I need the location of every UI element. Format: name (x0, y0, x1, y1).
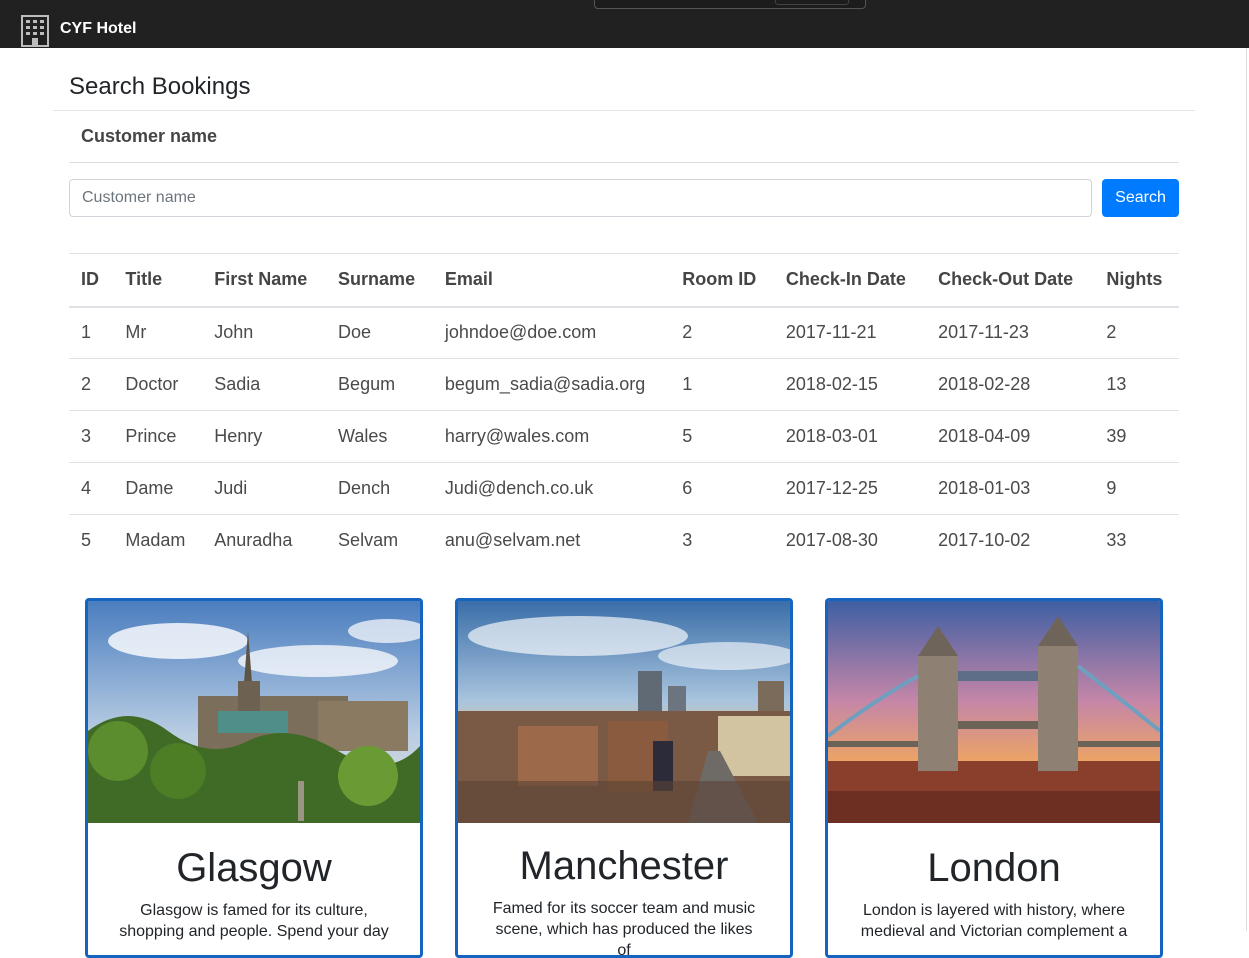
cell-first-name: Sadia (202, 358, 327, 411)
cell-surname: Doe (338, 322, 372, 343)
cell-id: 3 (69, 410, 114, 463)
customer-name-input[interactable] (69, 179, 1092, 217)
card-description-line-2: shopping and people. Spend your day (119, 923, 389, 940)
cell-nights: 2 (1106, 322, 1117, 343)
city-card-manchester[interactable]: Manchester Famed for its soccer team and… (455, 598, 793, 958)
cell-room-id: 3 (670, 514, 774, 567)
cell-title: Prince (113, 410, 203, 463)
cell-room-id: 5 (670, 410, 774, 463)
navbar: CYF Hotel (0, 0, 1249, 48)
cell-email: anu@selvam.net (432, 514, 671, 567)
cell-check-in-date: 2017-12-25 (773, 462, 927, 515)
cell-first-name: John (214, 322, 254, 343)
table-row[interactable]: 4 Dame Judi Dench Judi@dench.co.uk 6 201… (69, 462, 1179, 515)
title-divider (53, 110, 1195, 111)
cell-email: harry@wales.com (432, 410, 671, 463)
hotel-building-icon[interactable] (20, 15, 50, 48)
header-room-id: Room ID (670, 253, 774, 308)
card-title: Manchester (519, 844, 729, 888)
cell-nights: 9 (1094, 462, 1179, 515)
table-row[interactable]: 5 Madam Anuradha Selvam anu@selvam.net 3… (69, 514, 1179, 567)
cell-title: Mr (125, 322, 147, 343)
cell-check-in-date: 2018-02-15 (773, 358, 927, 411)
card-description-line-1: Glasgow is famed for its culture, (140, 902, 368, 919)
label-divider (69, 162, 1179, 163)
cell-email: Judi@dench.co.uk (432, 462, 671, 515)
card-description-line-1: Famed for its soccer team and music (492, 900, 756, 917)
cell-id: 2 (69, 358, 114, 411)
cell-check-out-date: 2018-01-03 (926, 462, 1095, 515)
cell-check-out-date: 2017-10-02 (926, 514, 1095, 567)
card-description-line-2: scene, which has produced the likes of (495, 921, 753, 958)
cell-check-out-date: 2017-11-23 (938, 322, 1029, 343)
table-row[interactable]: 2 Doctor Sadia Begum begum_sadia@sadia.o… (69, 358, 1179, 411)
glasgow-cathedral-image (88, 601, 420, 823)
cell-email: begum_sadia@sadia.org (432, 358, 671, 411)
page-title: Search Bookings (69, 73, 251, 100)
table-header-row: ID Title First Name Surname Email Room I… (69, 253, 1179, 308)
cell-check-out-date: 2018-04-09 (926, 410, 1095, 463)
city-card-glasgow[interactable]: Glasgow Glasgow is famed for its culture… (85, 598, 423, 958)
header-nights: Nights (1094, 253, 1179, 308)
cell-nights: 39 (1094, 410, 1179, 463)
cell-room-id: 1 (670, 358, 774, 411)
cell-nights: 33 (1094, 514, 1179, 567)
table-row[interactable]: 1 Mr John Doe johndoe@doe.com 2 2017-11-… (69, 307, 1179, 359)
cell-check-in-date: 2017-08-30 (773, 514, 927, 567)
header-surname: Surname (326, 253, 433, 308)
page-edge-divider (1246, 48, 1247, 931)
cell-check-in-date: 2018-03-01 (773, 410, 927, 463)
header-id: ID (69, 253, 114, 308)
header-check-in-date: Check-In Date (773, 253, 927, 308)
cell-id: 4 (69, 462, 114, 515)
overlay-widget-control (775, 0, 849, 5)
brand-name[interactable]: CYF Hotel (60, 20, 136, 38)
header-first-name: First Name (202, 253, 327, 308)
cell-surname: Dench (326, 462, 433, 515)
cell-id: 5 (69, 514, 114, 567)
manchester-skyline-image (458, 601, 790, 823)
customer-name-label: Customer name (81, 126, 218, 146)
bookings-table: ID Title First Name Surname Email Room I… (69, 253, 1179, 567)
cell-room-id: 6 (670, 462, 774, 515)
cell-email: johndoe@doe.com (444, 322, 597, 343)
city-card-london[interactable]: London London is layered with history, w… (825, 598, 1163, 958)
tower-bridge-image (828, 601, 1160, 823)
cell-title: Dame (113, 462, 203, 515)
card-title: London (927, 846, 1061, 890)
cell-first-name: Henry (202, 410, 327, 463)
table-row[interactable]: 3 Prince Henry Wales harry@wales.com 5 2… (69, 410, 1179, 463)
cell-surname: Begum (326, 358, 433, 411)
card-description-line-2: medieval and Victorian complement a (860, 923, 1128, 940)
card-description-line-1: London is layered with history, where (862, 902, 1126, 919)
cell-check-in-date: 2017-11-21 (785, 322, 877, 343)
cell-first-name: Anuradha (202, 514, 327, 567)
cell-first-name: Judi (202, 462, 327, 515)
cell-surname: Selvam (326, 514, 433, 567)
cell-title: Doctor (113, 358, 203, 411)
browser-overlay-widget (594, 0, 866, 9)
card-title: Glasgow (176, 846, 332, 890)
cell-nights: 13 (1094, 358, 1179, 411)
cell-title: Madam (113, 514, 203, 567)
search-button[interactable]: Search (1102, 179, 1179, 217)
cell-check-out-date: 2018-02-28 (926, 358, 1095, 411)
header-title: Title (113, 253, 203, 308)
cell-id: 1 (81, 322, 92, 343)
header-email: Email (432, 253, 671, 308)
header-check-out-date: Check-Out Date (926, 253, 1095, 308)
cell-room-id: 2 (682, 322, 693, 343)
cell-surname: Wales (326, 410, 433, 463)
